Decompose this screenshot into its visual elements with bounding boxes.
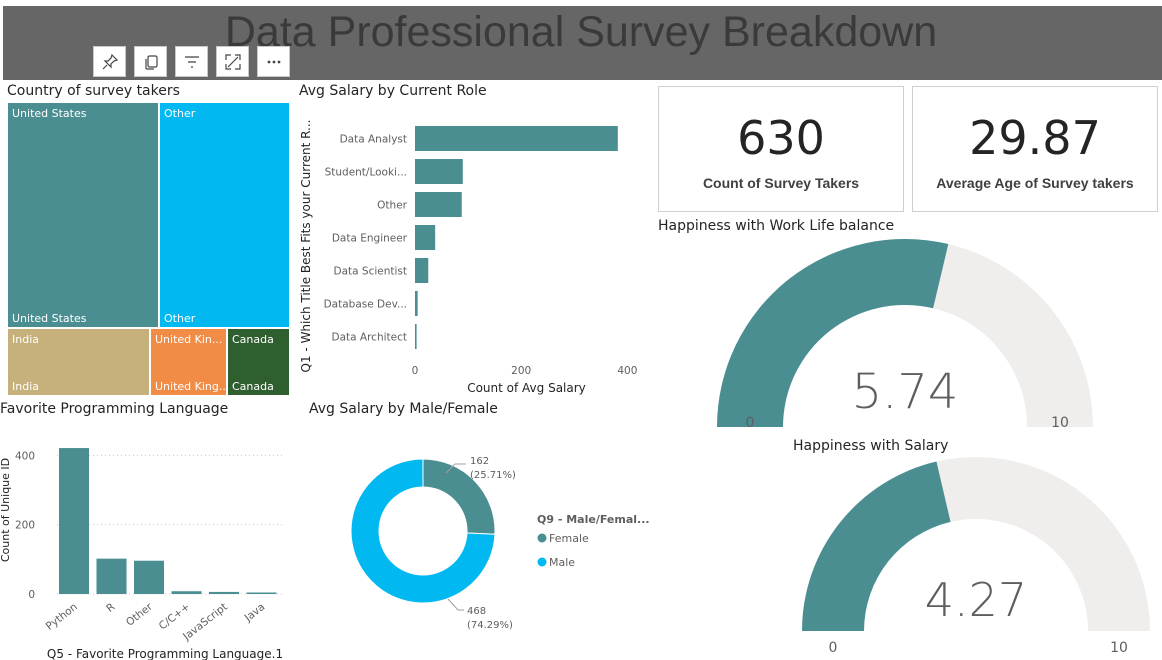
country-treemap[interactable]: United States United States Other Other …: [7, 102, 290, 396]
filter-visual-button[interactable]: [175, 46, 208, 77]
treemap-tile-canada[interactable]: Canada Canada: [227, 328, 290, 396]
role-chart-title: Avg Salary by Current Role: [299, 83, 487, 99]
tile-label: Other: [164, 107, 196, 120]
focus-mode-button[interactable]: [216, 46, 249, 77]
lang-category-label: Other: [124, 600, 155, 628]
filter-icon: [184, 55, 199, 68]
role-x-tick: 400: [617, 365, 637, 377]
tile-label: United States: [12, 107, 87, 120]
donut-data-label: (25.71%): [470, 470, 516, 481]
donut-data-label: (74.29%): [467, 620, 513, 631]
donut-data-label: 468: [467, 606, 486, 617]
role-x-tick: 0: [412, 365, 419, 377]
role-bar: [415, 324, 417, 349]
legend-label: Male: [549, 556, 575, 569]
role-bar: [415, 126, 618, 151]
gauge-min-label: 0: [746, 415, 755, 431]
gauge2-title: Happiness with Salary: [793, 438, 949, 454]
lang-x-axis-title: Q5 - Favorite Programming Language.1: [47, 647, 283, 660]
tile-label: Other: [164, 312, 196, 325]
count-card-value: 630: [737, 111, 825, 165]
tile-label: United Kin...: [155, 333, 223, 346]
donut-data-label: 162: [470, 456, 489, 467]
gauge-max-label: 10: [1051, 415, 1069, 431]
donut-legend-title: Q9 - Male/Femal...: [537, 513, 650, 526]
tile-label: United States: [12, 312, 87, 325]
lang-bar: [96, 558, 127, 594]
treemap-tile-other[interactable]: Other Other: [159, 102, 290, 328]
age-card-label: Average Age of Survey takers: [936, 175, 1134, 191]
legend-label: Female: [549, 532, 589, 545]
role-category-label: Other: [377, 200, 407, 212]
role-bar: [415, 291, 418, 316]
legend-marker: [537, 557, 547, 567]
gauge-value-label: 4.27: [925, 573, 1027, 627]
lang-bar: [59, 448, 89, 594]
copy-icon: [144, 54, 158, 70]
more-options-icon: [267, 60, 280, 63]
treemap-tile-united-kingdom[interactable]: United Kin... United King...: [150, 328, 227, 396]
role-x-tick: 200: [511, 365, 531, 377]
role-bar: [415, 159, 463, 184]
tile-label: Canada: [232, 333, 274, 346]
copy-visual-button[interactable]: [134, 46, 167, 77]
lang-category-label: Python: [44, 601, 80, 633]
tile-label: Canada: [232, 380, 274, 393]
lang-bar: [209, 591, 239, 594]
role-y-axis-title: Q1 - Which Title Best Fits your Current …: [299, 120, 313, 373]
salary-gauge[interactable]: 4.27 0 10: [790, 456, 1160, 656]
work-life-gauge[interactable]: 5.74 0 10: [690, 236, 1130, 432]
treemap-title: Country of survey takers: [7, 83, 180, 99]
role-category-label: Data Architect: [332, 332, 408, 344]
lang-y-tick: 0: [28, 589, 35, 601]
lang-category-label: R: [104, 601, 117, 615]
role-x-axis-title: Count of Avg Salary: [467, 381, 586, 395]
tile-label: India: [12, 380, 39, 393]
lang-y-tick: 400: [15, 450, 35, 462]
age-card: 29.87 Average Age of Survey takers: [912, 86, 1158, 212]
lang-category-label: Java: [242, 601, 268, 625]
gauge-min-label: 0: [829, 640, 838, 656]
lang-bar: [171, 591, 202, 594]
treemap-tile-india[interactable]: India India: [7, 328, 150, 396]
gauge-max-label: 10: [1110, 640, 1128, 656]
role-category-label: Data Scientist: [334, 266, 408, 278]
role-category-label: Data Engineer: [332, 233, 408, 245]
role-bar: [415, 225, 436, 250]
role-category-label: Student/Looki...: [325, 167, 407, 179]
age-card-value: 29.87: [969, 111, 1101, 165]
more-options-button[interactable]: [257, 46, 290, 77]
gender-donut-chart[interactable]: 162 (25.71%) 468 (74.29%) Q9 - Male/Femal...…: [300, 420, 660, 650]
treemap-tile-united-states[interactable]: United States United States: [7, 102, 159, 328]
tile-label: United King...: [155, 380, 227, 393]
gauge1-title: Happiness with Work Life balance: [658, 218, 895, 234]
pin-visual-button[interactable]: [93, 46, 126, 77]
legend-marker: [537, 533, 547, 543]
role-bar: [415, 192, 462, 217]
gauge-value-label: 5.74: [852, 364, 959, 420]
role-bar: [415, 258, 429, 283]
gender-chart-title: Avg Salary by Male/Female: [309, 401, 498, 417]
lang-chart-title: Favorite Programming Language: [0, 401, 229, 417]
count-card-label: Count of Survey Takers: [702, 175, 860, 191]
role-category-label: Database Dev...: [324, 299, 407, 311]
role-category-label: Data Analyst: [340, 134, 407, 146]
lang-bar: [134, 560, 164, 594]
donut-leader-line: [447, 598, 464, 611]
pin-icon: [102, 53, 118, 69]
lang-bar: [246, 592, 277, 594]
role-bar-chart[interactable]: Data Analyst Student/Looki... Other Data En…: [295, 100, 655, 400]
tile-label: India: [12, 333, 39, 346]
lang-y-tick: 200: [15, 520, 35, 532]
focus-mode-icon: [224, 53, 241, 70]
language-column-chart[interactable]: 0200400Python R Other C/C++JavaScript JavaQ5…: [0, 420, 300, 660]
count-card: 630 Count of Survey Takers: [658, 86, 904, 212]
lang-y-axis-title: Count of Unique ID: [0, 458, 12, 562]
